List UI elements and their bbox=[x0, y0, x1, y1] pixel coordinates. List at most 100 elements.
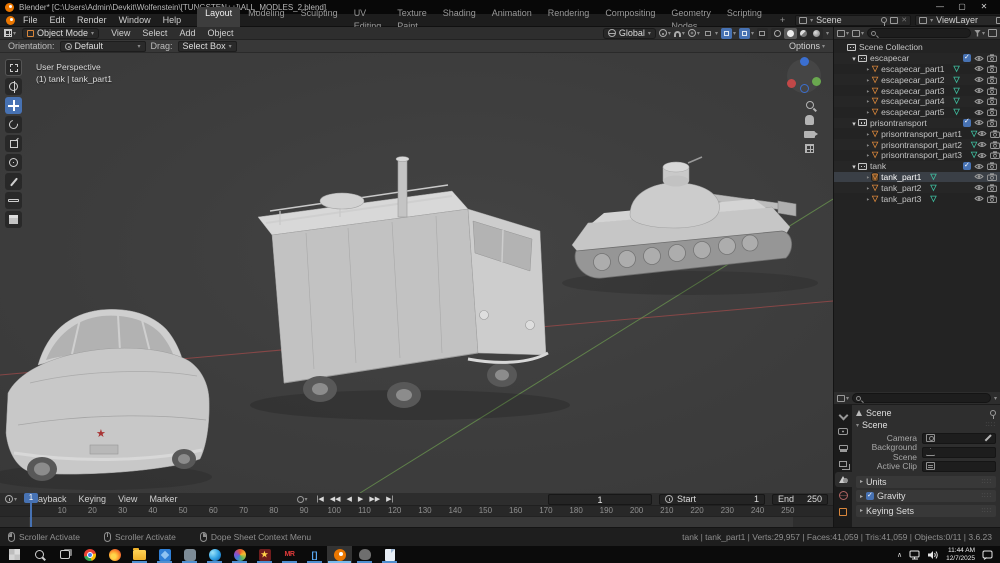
tank-model[interactable] bbox=[562, 157, 818, 295]
hidden-icons-chevron[interactable]: ∧ bbox=[897, 551, 902, 559]
hide-in-viewport-icon[interactable] bbox=[974, 55, 984, 62]
expand-arrow-icon[interactable] bbox=[864, 150, 872, 160]
properties-options-dropdown[interactable]: ▾ bbox=[994, 395, 997, 402]
menu-item[interactable]: Edit bbox=[44, 15, 72, 25]
disable-in-renders-icon[interactable] bbox=[987, 76, 997, 84]
expand-arrow-icon[interactable] bbox=[850, 53, 858, 63]
expand-arrow-icon[interactable] bbox=[850, 118, 858, 128]
disable-in-renders-icon[interactable] bbox=[990, 130, 1000, 138]
outliner-item-label[interactable]: tank_part2 bbox=[881, 183, 921, 193]
overlays-toggle[interactable]: ▾ bbox=[739, 28, 754, 39]
expand-arrow-icon[interactable] bbox=[864, 96, 872, 106]
orientation-setting-dropdown[interactable]: Default ▾ bbox=[60, 41, 146, 52]
play-button[interactable]: ▶ bbox=[356, 495, 365, 503]
taskbar-icon-chrome[interactable] bbox=[77, 546, 102, 563]
outliner-item-label[interactable]: escapecar_part4 bbox=[881, 96, 944, 106]
hide-in-viewport-icon[interactable] bbox=[974, 87, 984, 94]
drag-setting-dropdown[interactable]: Select Box ▾ bbox=[178, 41, 237, 52]
z-axis-dot[interactable] bbox=[800, 57, 809, 66]
properties-tab-world[interactable] bbox=[835, 488, 852, 503]
jump-to-end-button[interactable]: ▶| bbox=[384, 495, 395, 503]
new-collection-button[interactable] bbox=[988, 29, 997, 37]
hide-in-viewport-icon[interactable] bbox=[977, 152, 987, 159]
disable-in-renders-icon[interactable] bbox=[987, 162, 997, 170]
properties-tab-object[interactable] bbox=[835, 504, 852, 519]
property-field[interactable] bbox=[922, 461, 996, 472]
outliner-item-label[interactable]: Scene Collection bbox=[859, 42, 923, 52]
pin-icon[interactable] bbox=[990, 410, 996, 416]
taskbar-clock[interactable]: 11:44 AM 12/7/2025 bbox=[946, 547, 975, 562]
properties-tab-output[interactable] bbox=[835, 440, 852, 455]
wireframe-shading-button[interactable] bbox=[771, 28, 784, 39]
taskbar-icon-color-globe-app[interactable] bbox=[227, 546, 252, 563]
transform-tool[interactable] bbox=[5, 154, 22, 171]
taskbar-task-view-button[interactable] bbox=[52, 546, 77, 563]
outliner-search-input[interactable] bbox=[867, 28, 971, 38]
add-cube-tool[interactable] bbox=[5, 211, 22, 228]
viewport-menu-item[interactable]: Select bbox=[136, 28, 173, 38]
navigation-gizmo[interactable] bbox=[787, 59, 821, 93]
proportional-edit-dropdown[interactable]: ▾ bbox=[688, 29, 700, 37]
panel-grip[interactable]: :::: bbox=[981, 479, 992, 485]
disable-in-renders-icon[interactable] bbox=[987, 195, 997, 203]
hide-in-viewport-icon[interactable] bbox=[974, 65, 984, 72]
object-visibility-dropdown[interactable]: ▾ bbox=[703, 28, 718, 39]
maximize-button[interactable]: ▢ bbox=[951, 0, 973, 14]
hide-in-viewport-icon[interactable] bbox=[974, 109, 984, 116]
outliner-row[interactable]: escapecar_part1 bbox=[834, 64, 1000, 75]
auto-keying-button[interactable]: ▾ bbox=[297, 496, 308, 503]
taskbar-icon-photos[interactable] bbox=[152, 546, 177, 563]
outliner-item-label[interactable]: escapecar_part5 bbox=[881, 107, 944, 117]
taskbar-icon-brackets-app[interactable]: [] bbox=[302, 546, 327, 563]
outliner-item-label[interactable]: prisontransport_part1 bbox=[881, 129, 962, 139]
xray-toggle[interactable] bbox=[757, 28, 768, 39]
property-field[interactable] bbox=[922, 433, 996, 444]
jump-to-start-button[interactable]: |◀ bbox=[315, 495, 326, 503]
timeline-menu-item[interactable]: Marker bbox=[143, 494, 183, 504]
timeline-editor-type-button[interactable]: ▾ bbox=[5, 495, 17, 503]
taskbar-search-button[interactable] bbox=[27, 546, 52, 563]
taskbar-icon-gimp[interactable] bbox=[352, 546, 377, 563]
options-dropdown[interactable]: Options ▾ bbox=[789, 41, 825, 51]
timeline-ruler[interactable]: 1020304050607080901001101201301401501601… bbox=[0, 506, 833, 517]
y-axis-dot[interactable] bbox=[812, 77, 821, 86]
frame-range-end-field[interactable]: End 250 bbox=[772, 494, 828, 505]
outliner-row[interactable]: escapecar_part3 bbox=[834, 85, 1000, 96]
outliner-row[interactable]: escapecar_part4 bbox=[834, 96, 1000, 107]
outliner-row[interactable]: tank_part1 bbox=[834, 172, 1000, 183]
taskbar-icon-edge[interactable] bbox=[202, 546, 227, 563]
viewport-canvas[interactable]: ★ User Perspective (1) tank | tank_part1 bbox=[0, 53, 833, 493]
outliner-row[interactable]: prisontransport_part3 bbox=[834, 150, 1000, 161]
scale-tool[interactable] bbox=[5, 135, 22, 152]
mode-dropdown[interactable]: Object Mode ▾ bbox=[22, 28, 99, 39]
unlink-scene-icon[interactable]: ✕ bbox=[901, 16, 907, 24]
taskbar-icon-firefox[interactable] bbox=[102, 546, 127, 563]
panel-grip[interactable]: :::: bbox=[981, 493, 992, 499]
properties-tab-tool[interactable] bbox=[835, 408, 852, 423]
minimize-button[interactable]: — bbox=[929, 0, 951, 14]
new-scene-icon[interactable] bbox=[890, 17, 898, 24]
hide-in-viewport-icon[interactable] bbox=[977, 141, 987, 148]
disable-in-renders-icon[interactable] bbox=[990, 141, 1000, 149]
outliner-row[interactable]: prisontransport bbox=[834, 118, 1000, 129]
outliner-row[interactable]: prisontransport_part1 bbox=[834, 128, 1000, 139]
eyedropper-icon[interactable] bbox=[984, 434, 992, 442]
next-keyframe-button[interactable]: ▶▶ bbox=[367, 495, 382, 503]
collapsed-panel-header[interactable]: ▸ Units :::: bbox=[856, 476, 996, 488]
truck-model[interactable] bbox=[250, 157, 570, 421]
viewport-menu-item[interactable]: Object bbox=[201, 28, 239, 38]
properties-editor-type-button[interactable]: ▾ bbox=[837, 395, 849, 402]
snap-dropdown[interactable]: ▾ bbox=[674, 29, 685, 37]
viewlayer-selector[interactable]: ▾ ViewLayer ✕ bbox=[915, 15, 1000, 26]
collapsed-panel-header[interactable]: ▸ Keying Sets :::: bbox=[856, 505, 996, 517]
expand-arrow-icon[interactable] bbox=[864, 75, 872, 85]
notification-center-icon[interactable] bbox=[982, 550, 993, 560]
frame-range-start-field[interactable]: Start 1 bbox=[659, 494, 765, 505]
properties-tab-render[interactable] bbox=[835, 424, 852, 439]
material-preview-button[interactable] bbox=[797, 28, 810, 39]
playhead-line[interactable] bbox=[30, 503, 32, 527]
outliner-row[interactable]: escapecar_part2 bbox=[834, 74, 1000, 85]
properties-tab-view-layer[interactable] bbox=[835, 456, 852, 471]
playhead-label[interactable]: 1 bbox=[24, 493, 38, 503]
viewport-menu-item[interactable]: View bbox=[105, 28, 136, 38]
